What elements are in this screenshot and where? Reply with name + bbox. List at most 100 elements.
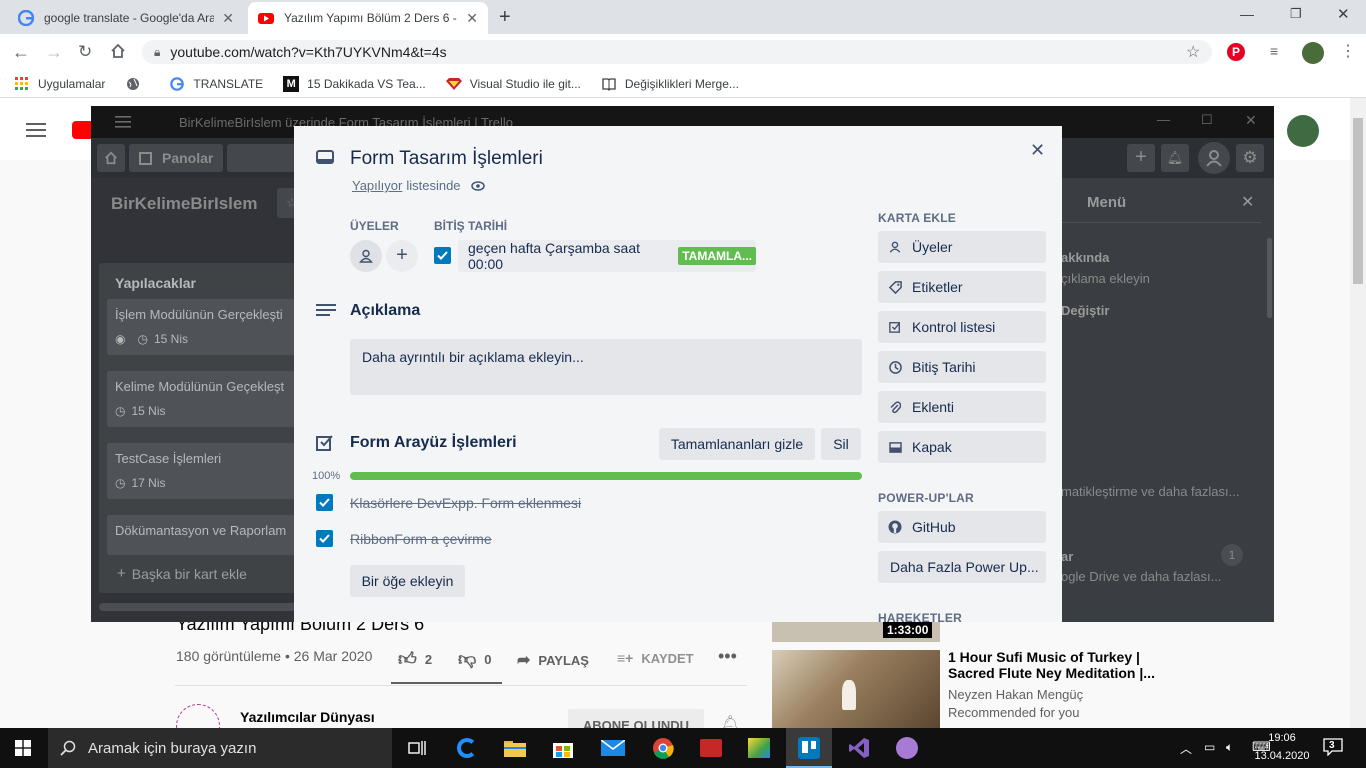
menu-about-title[interactable]: akkında bbox=[1061, 250, 1109, 265]
channel-name[interactable]: Yazılımcılar Dünyası bbox=[240, 709, 375, 725]
task-view-icon[interactable] bbox=[394, 728, 440, 768]
add-card-button[interactable]: + Başka bir kart ekle bbox=[117, 565, 247, 582]
clock-time[interactable]: 19:06 bbox=[1254, 732, 1310, 744]
menu-powerups-title[interactable]: ar bbox=[1061, 549, 1073, 564]
app-icon[interactable] bbox=[688, 728, 734, 768]
description-field[interactable]: Daha ayrıntılı bir açıklama ekleyin... bbox=[350, 339, 862, 395]
file-explorer-icon[interactable] bbox=[492, 728, 538, 768]
checklist-item-checkbox[interactable] bbox=[316, 494, 333, 511]
attachment-button[interactable]: Eklenti bbox=[878, 391, 1046, 423]
edge-icon[interactable] bbox=[444, 728, 490, 768]
boards-button[interactable]: Panolar bbox=[129, 144, 223, 172]
checklist-item[interactable]: Klasörlere DevExpp. Form eklenmesi bbox=[350, 495, 581, 511]
more-actions-icon[interactable]: ••• bbox=[718, 646, 737, 667]
board-name[interactable]: BirKelimeBirIslem bbox=[111, 194, 257, 214]
scrollbar-thumb[interactable] bbox=[1353, 118, 1363, 284]
labels-button[interactable]: Etiketler bbox=[878, 271, 1046, 303]
members-button[interactable]: Üyeler bbox=[878, 231, 1046, 263]
address-bar[interactable]: 🔒︎ youtube.com/watch?v=Kth7UYKVNm4&t=4s bbox=[142, 40, 1212, 64]
trello-taskbar-icon[interactable] bbox=[786, 728, 832, 768]
bookmark-vs-team[interactable]: M 15 Dakikada VS Tea... bbox=[283, 75, 426, 92]
kebab-menu-icon[interactable]: ⋮ bbox=[1340, 41, 1356, 61]
forward-arrow-icon[interactable]: → bbox=[45, 42, 63, 63]
list-card[interactable]: İşlem Modülünün Gerçekleşti ◉ ◷ 15 Nis bbox=[107, 299, 303, 355]
dislike-button[interactable]: 👎︎ 0 bbox=[458, 648, 492, 670]
card-title[interactable]: Form Tasarım İşlemleri bbox=[350, 148, 543, 170]
add-checklist-item-button[interactable]: Bir öğe ekleyin bbox=[350, 565, 465, 597]
add-member-button[interactable]: + bbox=[386, 240, 418, 272]
star-icon[interactable]: ☆ bbox=[1186, 42, 1200, 62]
list-link[interactable]: Yapılıyor bbox=[352, 178, 402, 193]
avatar[interactable] bbox=[1302, 42, 1324, 64]
delete-checklist-button[interactable]: Sil bbox=[821, 428, 861, 460]
menu-automation-desc[interactable]: matikleştirme ve daha fazlası... bbox=[1061, 484, 1239, 499]
list-card[interactable]: Dökümantasyon ve Raporlam bbox=[107, 515, 303, 555]
hide-completed-button[interactable]: Tamamlananları gizle bbox=[659, 428, 815, 460]
save-button[interactable]: ≡+ KAYDET bbox=[617, 650, 694, 666]
list-card[interactable]: Kelime Modülünün Geçekleşt ◷ 15 Nis bbox=[107, 371, 303, 427]
reload-icon[interactable]: ↻ bbox=[78, 42, 92, 62]
visual-studio-icon[interactable] bbox=[836, 728, 882, 768]
tab-google-translate[interactable]: google translate - Google'da Ara ✕ bbox=[8, 2, 244, 34]
gear-icon[interactable]: ⚙ bbox=[1236, 144, 1264, 172]
rec2-thumbnail[interactable] bbox=[772, 650, 940, 728]
minimize-button[interactable]: — bbox=[1157, 112, 1170, 127]
due-complete-checkbox[interactable] bbox=[434, 247, 451, 264]
rec2-title[interactable]: 1 Hour Sufi Music of Turkey | Sacred Flut… bbox=[948, 649, 1155, 681]
more-powerups-button[interactable]: Daha Fazla Power Up... bbox=[878, 551, 1046, 583]
checklist-item-checkbox[interactable] bbox=[316, 530, 333, 547]
minimize-button[interactable]: — bbox=[1240, 6, 1254, 22]
home-button[interactable] bbox=[97, 144, 125, 172]
cover-button[interactable]: Kapak bbox=[878, 431, 1046, 463]
subscribed-button[interactable]: ABONE OLUNDU bbox=[568, 709, 704, 728]
maximize-button[interactable]: ❐ bbox=[1290, 6, 1302, 22]
checklist-button[interactable]: Kontrol listesi bbox=[878, 311, 1046, 343]
windows-start-icon[interactable] bbox=[0, 728, 46, 768]
avatar[interactable] bbox=[1287, 115, 1319, 147]
close-window-button[interactable]: ✕ bbox=[1245, 112, 1257, 129]
hamburger-menu-icon[interactable] bbox=[26, 122, 46, 138]
new-tab-button[interactable]: + bbox=[499, 6, 511, 29]
maximize-button[interactable]: ☐ bbox=[1201, 112, 1213, 128]
store-icon[interactable] bbox=[540, 728, 586, 768]
due-date-sidebar-button[interactable]: Bitiş Tarihi bbox=[878, 351, 1046, 383]
mail-icon[interactable] bbox=[590, 728, 636, 768]
due-date-button[interactable]: geçen hafta Çarşamba saat 00:00 TAMAMLA.… bbox=[458, 240, 756, 272]
close-window-button[interactable]: ✕ bbox=[1337, 5, 1350, 23]
bookmark-globe[interactable] bbox=[125, 76, 149, 92]
bookmark-apps[interactable]: Uygulamalar bbox=[14, 76, 105, 92]
home-icon[interactable] bbox=[110, 43, 126, 59]
media-icon[interactable]: ≡ bbox=[1270, 43, 1278, 59]
channel-avatar[interactable] bbox=[176, 704, 220, 728]
list-card[interactable]: TestCase İşlemleri ◷ 17 Nis bbox=[107, 443, 303, 499]
create-button[interactable]: + bbox=[1127, 144, 1155, 172]
hamburger-menu-icon[interactable] bbox=[115, 116, 131, 128]
bookmark-translate[interactable]: TRANSLATE bbox=[169, 76, 263, 92]
bookmark-merge[interactable]: Değişiklikleri Merge... bbox=[601, 76, 739, 92]
checklist-item[interactable]: RibbonForm a çevirme bbox=[350, 531, 492, 547]
like-button[interactable]: 👍︎ 2 bbox=[398, 648, 432, 670]
github-desktop-icon[interactable] bbox=[884, 728, 930, 768]
checklist-title[interactable]: Form Arayüz İşlemleri bbox=[350, 434, 517, 452]
taskbar-search[interactable]: Aramak için buraya yazın bbox=[48, 728, 392, 768]
pinterest-icon[interactable]: P bbox=[1227, 43, 1245, 61]
share-button[interactable]: ➦ PAYLAŞ bbox=[517, 650, 589, 670]
close-icon[interactable]: ✕ bbox=[466, 10, 478, 27]
member-avatar[interactable] bbox=[350, 240, 382, 272]
avatar[interactable] bbox=[1198, 142, 1230, 174]
back-arrow-icon[interactable]: ← bbox=[12, 42, 30, 63]
close-icon[interactable]: ✕ bbox=[1030, 140, 1045, 161]
volume-icon[interactable]: 🔈︎ bbox=[1226, 740, 1233, 755]
menu-scrollbar[interactable] bbox=[1267, 238, 1272, 318]
bookmark-visual-studio-git[interactable]: Visual Studio ile git... bbox=[445, 76, 581, 92]
clock-date[interactable]: 13.04.2020 bbox=[1250, 750, 1314, 762]
menu-change-background[interactable]: Değiştir bbox=[1061, 303, 1109, 318]
close-icon[interactable]: ✕ bbox=[222, 10, 234, 27]
tab-youtube[interactable]: Yazılım Yapımı Bölüm 2 Ders 6 - Y ✕ bbox=[248, 2, 488, 34]
bell-icon[interactable]: 🔔︎ bbox=[1161, 144, 1189, 172]
battery-icon[interactable]: ▭ bbox=[1204, 740, 1215, 754]
chrome-icon[interactable] bbox=[640, 728, 686, 768]
sourcetree-icon[interactable] bbox=[736, 728, 782, 768]
chevron-up-icon[interactable]: ︿ bbox=[1180, 740, 1192, 757]
github-button[interactable]: GitHub bbox=[878, 511, 1046, 543]
